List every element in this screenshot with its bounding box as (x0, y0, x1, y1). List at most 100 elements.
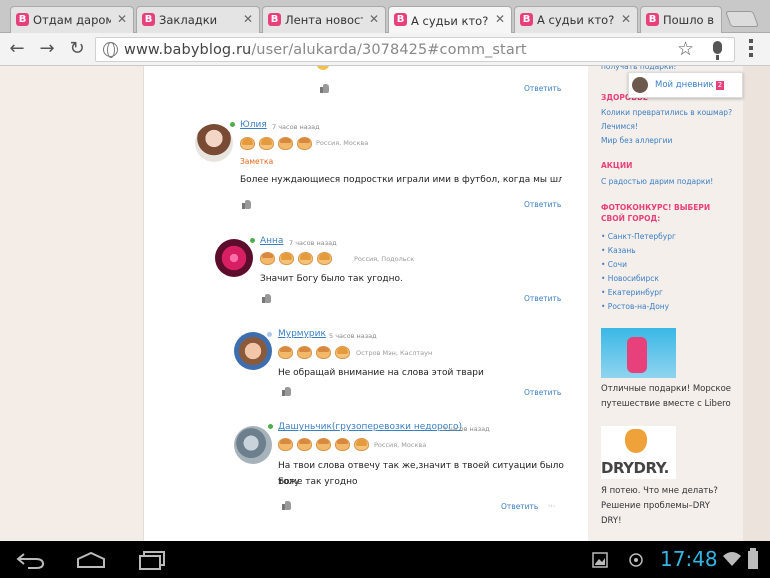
tab-close-icon[interactable]: ✕ (117, 12, 127, 26)
rating-faces (278, 438, 369, 451)
tab-label: Лента новостей (285, 13, 363, 27)
drydry-ad-image[interactable]: DRYDRY. (601, 426, 676, 479)
tab-a-sudi-kto[interactable]: B А судьи кто? ✕ (514, 6, 638, 33)
ad-text[interactable]: Я потею. Что мне делать? (601, 484, 718, 499)
city-link[interactable]: • Казань (601, 244, 636, 258)
bookmark-star-icon[interactable]: ☆ (677, 38, 694, 60)
boy-face-icon (278, 438, 293, 451)
sidebar-link[interactable]: Мир без аллергии (601, 134, 672, 148)
boy-face-icon (278, 346, 293, 359)
libero-ad-image[interactable] (601, 328, 676, 378)
reply-link[interactable]: Ответить (524, 388, 561, 397)
url-text[interactable]: www.babyblog.ru/user/alukarda/3078425#co… (124, 42, 527, 58)
city-link[interactable]: • Санкт-Петербург (601, 230, 676, 244)
tab-otdam-darom[interactable]: B Отдам даром ✕ (10, 6, 134, 33)
sidebar-link[interactable]: Колики превратились в кошмар? (601, 106, 732, 120)
like-thumb-icon[interactable] (282, 501, 292, 510)
address-bar[interactable]: www.babyblog.ru/user/alukarda/3078425#co… (95, 37, 735, 62)
browser-toolbar: ← → ↻ www.babyblog.ru/user/alukarda/3078… (0, 33, 770, 66)
reply-link[interactable]: Ответить (524, 84, 561, 93)
comment-text: Более нуждающиеся подростки играли ими в… (240, 175, 562, 185)
tab-close-icon[interactable]: ✕ (369, 12, 379, 26)
like-thumb-icon[interactable] (242, 200, 252, 209)
tab-close-icon[interactable]: ✕ (243, 12, 253, 26)
girl-face-icon (240, 137, 255, 150)
city-link[interactable]: • Ростов-на-Дону (601, 300, 669, 314)
forward-arrow-icon[interactable]: → (36, 38, 58, 60)
reload-icon[interactable]: ↻ (66, 38, 88, 60)
ad-text[interactable]: путешествие вместе с Libero (601, 397, 731, 412)
user-avatar (632, 77, 648, 93)
boy-face-icon (335, 438, 350, 451)
avatar[interactable] (234, 332, 272, 370)
online-indicator (230, 122, 235, 127)
comments-pane: Ответить Юлия 7 часов назад Россия, Моск… (143, 66, 588, 541)
microphone-icon[interactable] (713, 41, 722, 60)
comment-author[interactable]: Дашуньчик(грузоперевозки недорого) (278, 422, 462, 432)
home-icon[interactable] (76, 551, 106, 569)
tab-close-icon[interactable]: ✕ (621, 12, 631, 26)
city-link[interactable]: • Екатеринбург (601, 286, 663, 300)
city-link[interactable]: • Сочи (601, 258, 627, 272)
comment-time: 7 часов назад (289, 239, 337, 247)
sidebar-link[interactable]: Лечимся! (601, 120, 638, 134)
ad-text[interactable]: Отличные подарки! Морское (601, 382, 731, 397)
more-options[interactable]: ··· (548, 502, 555, 511)
boy-face-icon (297, 438, 312, 451)
reply-link[interactable]: Ответить (501, 502, 538, 511)
like-thumb-icon[interactable] (320, 84, 330, 93)
girl-face-icon (354, 438, 369, 451)
comment-time: 7 часов назад (272, 123, 320, 131)
tab-zakladki[interactable]: B Закладки ✕ (136, 6, 260, 33)
sidebar-heading-promo: АКЦИИ (601, 161, 633, 170)
sidebar-link[interactable]: С радостью дарим подарки! (601, 175, 713, 189)
avatar[interactable] (234, 426, 272, 464)
overflow-menu-icon[interactable] (749, 39, 754, 60)
online-indicator (268, 424, 273, 429)
tab-label: А судьи кто? (537, 13, 615, 27)
url-domain: www.babyblog.ru (124, 42, 252, 58)
reply-link[interactable]: Ответить (524, 294, 561, 303)
girl-face-icon (317, 252, 332, 265)
avatar[interactable] (215, 239, 253, 277)
back-icon[interactable] (16, 550, 46, 570)
tab-poshlo-v[interactable]: B Пошло в (640, 6, 722, 33)
tab-close-icon[interactable]: ✕ (495, 12, 505, 26)
url-path: /user/alukarda/3078425#comm_start (251, 42, 527, 58)
rating-faces (240, 137, 312, 150)
babyblog-favicon-icon: B (394, 13, 407, 26)
like-thumb-icon[interactable] (282, 387, 292, 396)
my-diary-button[interactable]: Мой дневник 2 (628, 72, 743, 98)
avatar[interactable] (195, 124, 233, 162)
page-content: Ответить Юлия 7 часов назад Россия, Моск… (0, 66, 770, 541)
tab-label: Отдам даром (33, 13, 111, 27)
tab-a-sudi-kto-active[interactable]: B А судьи кто? ✕ (388, 6, 512, 34)
ad-text[interactable]: DRY! (601, 514, 622, 529)
like-thumb-icon[interactable] (262, 294, 272, 303)
comment-text-line: тоже так угодно (278, 477, 358, 487)
rating-faces (278, 346, 350, 359)
babyblog-favicon-icon: B (520, 13, 533, 26)
diary-count-badge: 2 (716, 81, 724, 90)
rating-faces (260, 252, 332, 265)
babyblog-favicon-icon: B (142, 13, 155, 26)
back-arrow-icon[interactable]: ← (6, 38, 28, 60)
new-tab-button[interactable] (725, 11, 759, 27)
footprint-icon (625, 429, 647, 453)
boy-face-icon (297, 346, 312, 359)
city-link[interactable]: • Новосибирск (601, 272, 659, 286)
comment-author[interactable]: Юлия (240, 120, 267, 130)
recent-apps-icon[interactable] (138, 550, 166, 570)
tab-label: Пошло в (663, 13, 715, 27)
away-indicator (267, 332, 272, 337)
comment-time: 5 часов назад (329, 332, 377, 340)
girl-face-icon (259, 137, 274, 150)
ad-text[interactable]: Решение проблемы–DRY (601, 499, 710, 514)
comment-author[interactable]: Анна (260, 236, 283, 246)
reply-link[interactable]: Ответить (524, 200, 561, 209)
babyblog-favicon-icon: B (646, 13, 659, 26)
comment-author[interactable]: Мурмурик (278, 329, 326, 339)
globe-icon (103, 42, 118, 58)
comment-tag[interactable]: Заметка (240, 157, 273, 166)
tab-lenta-novostei[interactable]: B Лента новостей ✕ (262, 6, 386, 33)
